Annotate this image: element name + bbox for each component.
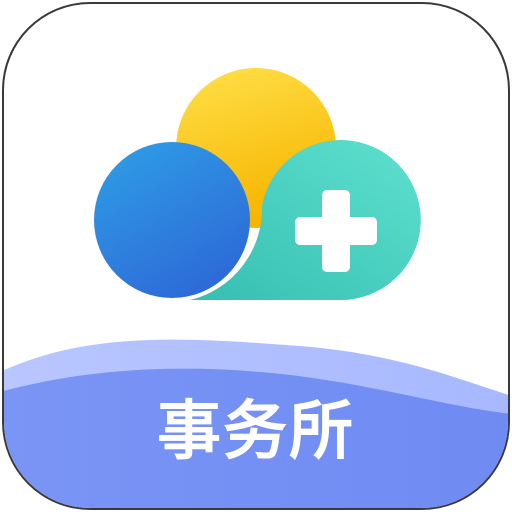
app-icon[interactable]: 事务所 xyxy=(0,0,512,512)
blue-cloud-icon xyxy=(94,142,250,298)
app-label: 事务所 xyxy=(157,395,355,469)
